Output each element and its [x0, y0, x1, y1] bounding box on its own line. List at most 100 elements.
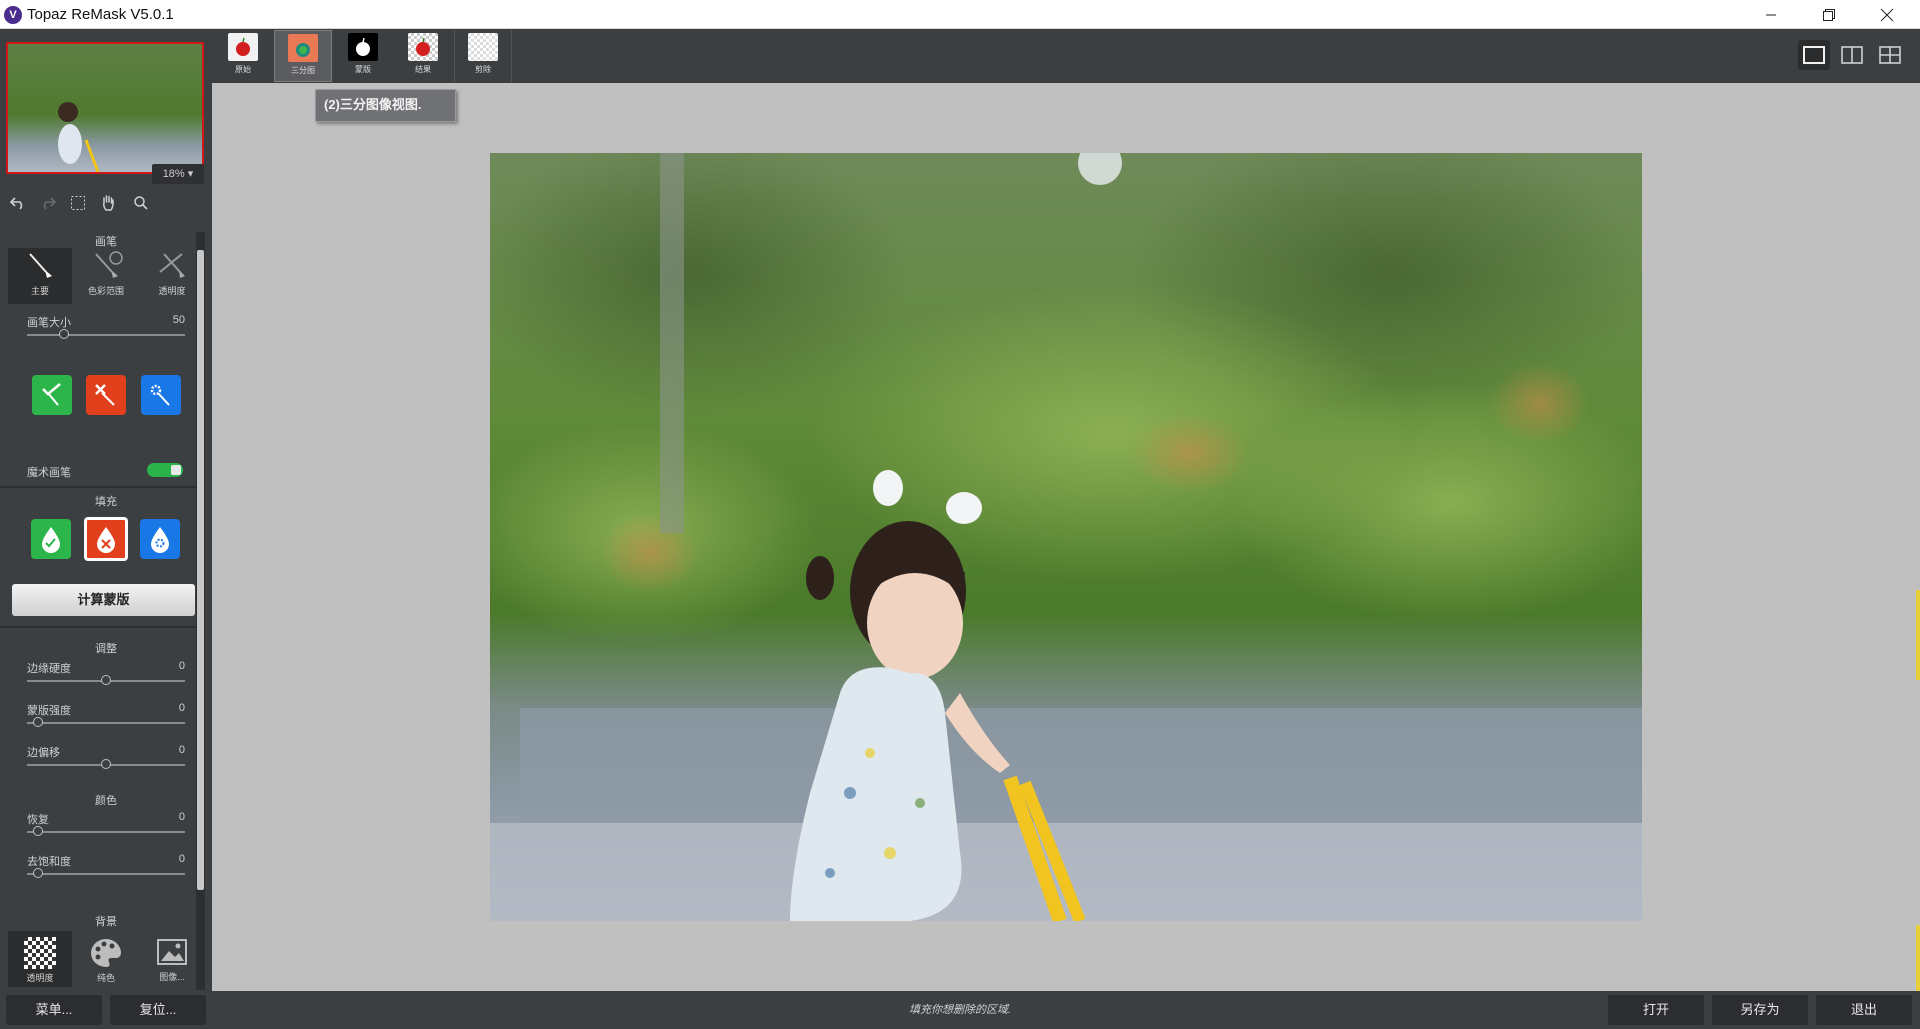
slider-knob[interactable]	[33, 717, 43, 727]
slider-value: 0	[178, 744, 185, 756]
fill-section-title: 填充	[95, 496, 117, 508]
restore-button[interactable]	[1800, 0, 1858, 29]
brush-tool-color-range[interactable]: 色彩范围	[74, 248, 138, 304]
view-tab-label: 三分图	[291, 66, 315, 75]
tab-trimap[interactable]: 三分图	[274, 30, 332, 82]
slider-value: 0	[178, 702, 185, 714]
compute-brush-button[interactable]	[141, 375, 181, 415]
brush-main-icon	[29, 253, 52, 278]
color-section-title: 颜色	[95, 795, 117, 807]
slider-knob[interactable]	[33, 868, 43, 878]
compute-fill-button[interactable]	[140, 519, 180, 559]
photo-preview[interactable]	[490, 153, 1642, 921]
tab-original[interactable]: 原始	[214, 30, 272, 82]
slider-track[interactable]	[27, 722, 185, 724]
split-view-button[interactable]	[1836, 40, 1868, 70]
selection-icon[interactable]	[63, 190, 93, 216]
split-view-icon	[1841, 46, 1863, 64]
redo-icon[interactable]	[33, 190, 63, 216]
gear-fill-icon	[151, 527, 169, 553]
bg-tool-label: 图像...	[159, 972, 185, 982]
slider-value: 0	[178, 811, 185, 823]
slider-knob[interactable]	[101, 759, 111, 769]
apple-result-icon	[408, 33, 438, 61]
apple-trimap-icon	[288, 34, 318, 62]
slider-track[interactable]	[27, 831, 185, 833]
slider-knob[interactable]	[59, 329, 69, 339]
compute-mask-button[interactable]: 计算蒙版	[12, 584, 195, 616]
bg-image-button[interactable]: 图像...	[140, 931, 204, 987]
brush-tool-label: 色彩范围	[87, 286, 124, 296]
view-tab-label: 原始	[235, 65, 251, 74]
slider-value: 50	[172, 314, 185, 326]
section-divider	[0, 626, 200, 628]
keep-brush-button[interactable]	[32, 375, 72, 415]
transparency-brush-icon	[159, 253, 185, 278]
adjust-section-title: 调整	[95, 643, 117, 655]
exit-button[interactable]: 退出	[1816, 995, 1912, 1025]
bg-solid-color-button[interactable]: 纯色	[74, 931, 138, 987]
edge-marker	[1916, 925, 1920, 991]
apple-original-icon	[228, 33, 258, 61]
slider-knob[interactable]	[101, 675, 111, 685]
drop-fill-button[interactable]	[84, 517, 128, 561]
background-section-title: 背景	[95, 916, 117, 928]
quad-view-button[interactable]	[1874, 40, 1906, 70]
nav-toolbar	[0, 188, 212, 218]
open-button[interactable]: 打开	[1608, 995, 1704, 1025]
gear-brush-icon	[150, 384, 170, 406]
view-toolbar: 原始 三分图 蒙版 结果 剪除	[212, 29, 1920, 83]
tab-cutout[interactable]: 剪除	[454, 30, 512, 82]
scrollbar-thumb[interactable]	[197, 250, 204, 890]
close-button[interactable]	[1858, 0, 1916, 29]
undo-icon[interactable]	[3, 190, 33, 216]
slider-knob[interactable]	[33, 826, 43, 836]
app-title: Topaz ReMask V5.0.1	[27, 6, 174, 23]
reset-button[interactable]: 复位...	[110, 995, 206, 1025]
panel-scrollbar[interactable]	[196, 232, 205, 990]
brush-tool-transparency[interactable]: 透明度	[140, 248, 204, 304]
slider-value: 0	[178, 853, 185, 865]
slider-track[interactable]	[27, 873, 185, 875]
zoom-value: 18%	[162, 168, 185, 180]
view-tab-label: 蒙版	[355, 65, 371, 74]
bg-tool-label: 纯色	[96, 973, 115, 983]
zoom-select[interactable]: 18% ▾	[152, 164, 204, 184]
minimize-button[interactable]	[1742, 0, 1800, 29]
brush-tool-main[interactable]: 主要	[8, 248, 72, 304]
tab-mask[interactable]: 蒙版	[334, 30, 392, 82]
tab-result[interactable]: 结果	[394, 30, 452, 82]
slider-label: 边缘硬度	[27, 663, 71, 675]
save-as-button[interactable]: 另存为	[1712, 995, 1808, 1025]
view-tab-label: 结果	[415, 65, 431, 74]
quad-view-icon	[1879, 46, 1901, 64]
hand-icon[interactable]	[93, 190, 123, 216]
magic-brush-label: 魔术画笔	[27, 467, 71, 479]
bg-transparent-button[interactable]: 透明度	[8, 931, 72, 987]
zoom-icon[interactable]	[126, 190, 156, 216]
checkerboard-icon	[24, 937, 56, 969]
magic-brush-toggle[interactable]	[147, 463, 183, 477]
image-icon	[157, 939, 187, 965]
drop-brush-button[interactable]	[86, 375, 126, 415]
slider-value: 0	[178, 660, 185, 672]
slider-label: 画笔大小	[27, 317, 71, 329]
title-bar: V Topaz ReMask V5.0.1	[0, 0, 1920, 29]
slider-label: 蒙版强度	[27, 705, 71, 717]
navigator-thumbnail[interactable]	[6, 42, 204, 174]
keep-fill-button[interactable]	[31, 519, 71, 559]
slider-track[interactable]	[27, 334, 185, 336]
menu-button[interactable]: 菜单...	[6, 995, 102, 1025]
view-tab-label: 剪除	[475, 65, 491, 74]
apple-mask-icon	[348, 33, 378, 61]
slider-label: 去饱和度	[27, 856, 71, 868]
single-view-button[interactable]	[1798, 40, 1830, 70]
bottom-bar: 填充你想删除的区域. 菜单... 复位... 打开 另存为 退出	[0, 991, 1920, 1029]
edge-marker	[1916, 590, 1920, 680]
keep-brush-icon	[42, 383, 61, 406]
bg-tool-label: 透明度	[26, 973, 54, 983]
drop-brush-icon	[95, 384, 115, 406]
slider-label: 边偏移	[27, 747, 60, 759]
drop-fill-icon	[97, 527, 115, 553]
view-tooltip: (2)三分图像视图.	[315, 89, 456, 122]
